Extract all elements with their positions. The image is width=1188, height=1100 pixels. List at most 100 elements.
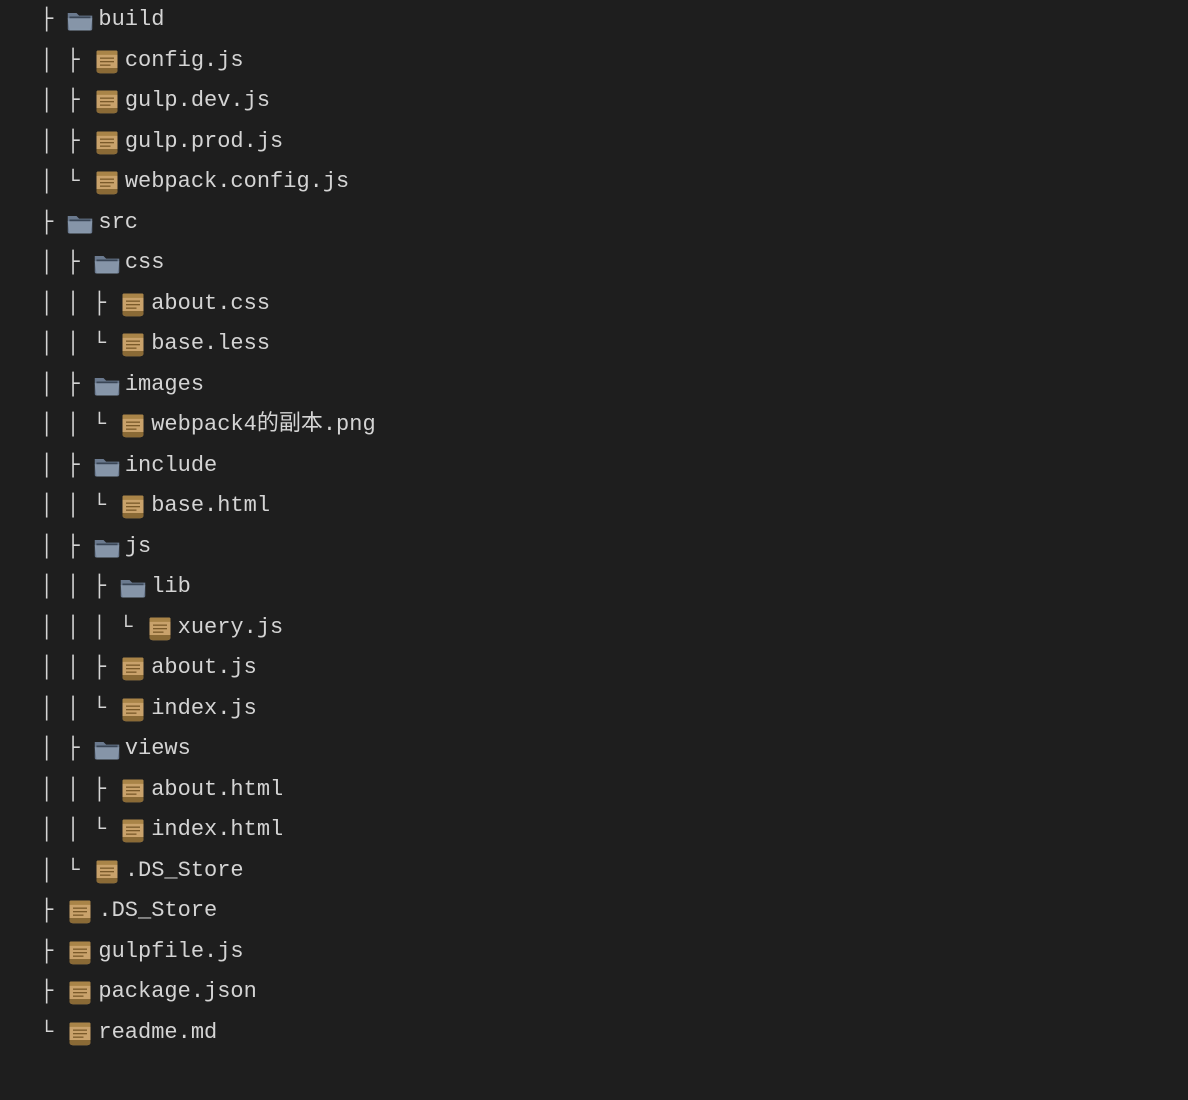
file-name: index.js	[151, 689, 257, 730]
file-icon	[66, 897, 94, 925]
tree-branch: │ │ └	[40, 486, 119, 527]
tree-branch: │ ├	[40, 446, 93, 487]
file-name: webpack.config.js	[125, 162, 349, 203]
tree-branch: └	[40, 1013, 66, 1054]
tree-branch: │ │ ├	[40, 284, 119, 325]
file-icon	[66, 938, 94, 966]
tree-row[interactable]: │ │ └ index.html	[40, 810, 1148, 851]
file-name: package.json	[98, 972, 256, 1013]
tree-branch: │ ├	[40, 122, 93, 163]
tree-row[interactable]: └ readme.md	[40, 1013, 1148, 1054]
tree-branch: ├	[40, 972, 66, 1013]
tree-row[interactable]: │ └ webpack.config.js	[40, 162, 1148, 203]
tree-row[interactable]: │ │ ├ about.html	[40, 770, 1148, 811]
file-name: about.html	[151, 770, 283, 811]
folder-name: src	[98, 203, 138, 244]
tree-branch: │ ├	[40, 41, 93, 82]
tree-row[interactable]: │ │ ├ about.css	[40, 284, 1148, 325]
tree-branch: │ │ └	[40, 405, 119, 446]
folder-icon	[93, 533, 121, 561]
file-name: about.js	[151, 648, 257, 689]
tree-branch: │ │ └	[40, 324, 119, 365]
file-icon	[119, 816, 147, 844]
folder-name: build	[98, 0, 164, 41]
file-tree: ├ build│ ├ config.js│ ├ gulp.dev.js│ ├ g…	[0, 0, 1188, 1093]
tree-branch: ├	[40, 203, 66, 244]
tree-branch: │ │ ├	[40, 648, 119, 689]
tree-row[interactable]: │ ├ views	[40, 729, 1148, 770]
tree-row[interactable]: │ │ └ index.js	[40, 689, 1148, 730]
folder-icon	[66, 6, 94, 34]
tree-branch: │ │ └	[40, 810, 119, 851]
file-name: readme.md	[98, 1013, 217, 1054]
file-icon	[119, 330, 147, 358]
folder-name: views	[125, 729, 191, 770]
tree-branch: ├	[40, 932, 66, 973]
folder-name: css	[125, 243, 165, 284]
file-name: base.html	[151, 486, 270, 527]
folder-name: images	[125, 365, 204, 406]
file-name: gulp.prod.js	[125, 122, 283, 163]
file-icon	[119, 411, 147, 439]
file-name: gulp.dev.js	[125, 81, 270, 122]
folder-name: lib	[151, 567, 191, 608]
file-icon	[66, 978, 94, 1006]
tree-row[interactable]: │ ├ gulp.dev.js	[40, 81, 1148, 122]
tree-row[interactable]: │ ├ js	[40, 527, 1148, 568]
folder-icon	[93, 249, 121, 277]
tree-row[interactable]: │ ├ images	[40, 365, 1148, 406]
tree-row[interactable]: ├ gulpfile.js	[40, 932, 1148, 973]
tree-row[interactable]: │ │ └ base.html	[40, 486, 1148, 527]
file-icon	[119, 695, 147, 723]
tree-branch: │ │ ├	[40, 567, 119, 608]
tree-row[interactable]: ├ .DS_Store	[40, 891, 1148, 932]
file-name: index.html	[151, 810, 283, 851]
file-icon	[93, 168, 121, 196]
tree-row[interactable]: │ ├ config.js	[40, 41, 1148, 82]
tree-branch: │ │ └	[40, 689, 119, 730]
tree-branch: │ ├	[40, 729, 93, 770]
tree-row[interactable]: │ └ .DS_Store	[40, 851, 1148, 892]
tree-branch: ├	[40, 0, 66, 41]
tree-row[interactable]: │ │ └ webpack4的副本.png	[40, 405, 1148, 446]
file-icon	[93, 87, 121, 115]
file-name: .DS_Store	[98, 891, 217, 932]
tree-row[interactable]: │ ├ gulp.prod.js	[40, 122, 1148, 163]
tree-row[interactable]: │ │ ├ lib	[40, 567, 1148, 608]
file-icon	[93, 128, 121, 156]
file-name: webpack4的副本.png	[151, 405, 375, 446]
tree-branch: │ │ │ └	[40, 608, 146, 649]
folder-name: include	[125, 446, 217, 487]
file-icon	[93, 47, 121, 75]
tree-row[interactable]: ├ src	[40, 203, 1148, 244]
file-icon	[119, 776, 147, 804]
tree-branch: │ └	[40, 851, 93, 892]
tree-branch: │ │ ├	[40, 770, 119, 811]
tree-row[interactable]: │ │ ├ about.js	[40, 648, 1148, 689]
tree-branch: │ ├	[40, 365, 93, 406]
file-name: gulpfile.js	[98, 932, 243, 973]
tree-row[interactable]: │ ├ css	[40, 243, 1148, 284]
folder-icon	[119, 573, 147, 601]
tree-branch: │ ├	[40, 81, 93, 122]
tree-row[interactable]: │ ├ include	[40, 446, 1148, 487]
tree-branch: │ └	[40, 162, 93, 203]
file-name: .DS_Store	[125, 851, 244, 892]
tree-row[interactable]: ├ build	[40, 0, 1148, 41]
tree-row[interactable]: │ │ │ └ xuery.js	[40, 608, 1148, 649]
tree-branch: │ ├	[40, 527, 93, 568]
file-icon	[119, 492, 147, 520]
file-icon	[119, 654, 147, 682]
file-name: about.css	[151, 284, 270, 325]
file-icon	[66, 1019, 94, 1047]
file-icon	[146, 614, 174, 642]
tree-branch: │ ├	[40, 243, 93, 284]
file-icon	[93, 857, 121, 885]
tree-branch: ├	[40, 891, 66, 932]
folder-icon	[93, 371, 121, 399]
file-icon	[119, 290, 147, 318]
tree-row[interactable]: │ │ └ base.less	[40, 324, 1148, 365]
tree-row[interactable]: ├ package.json	[40, 972, 1148, 1013]
folder-name: js	[125, 527, 151, 568]
file-name: base.less	[151, 324, 270, 365]
